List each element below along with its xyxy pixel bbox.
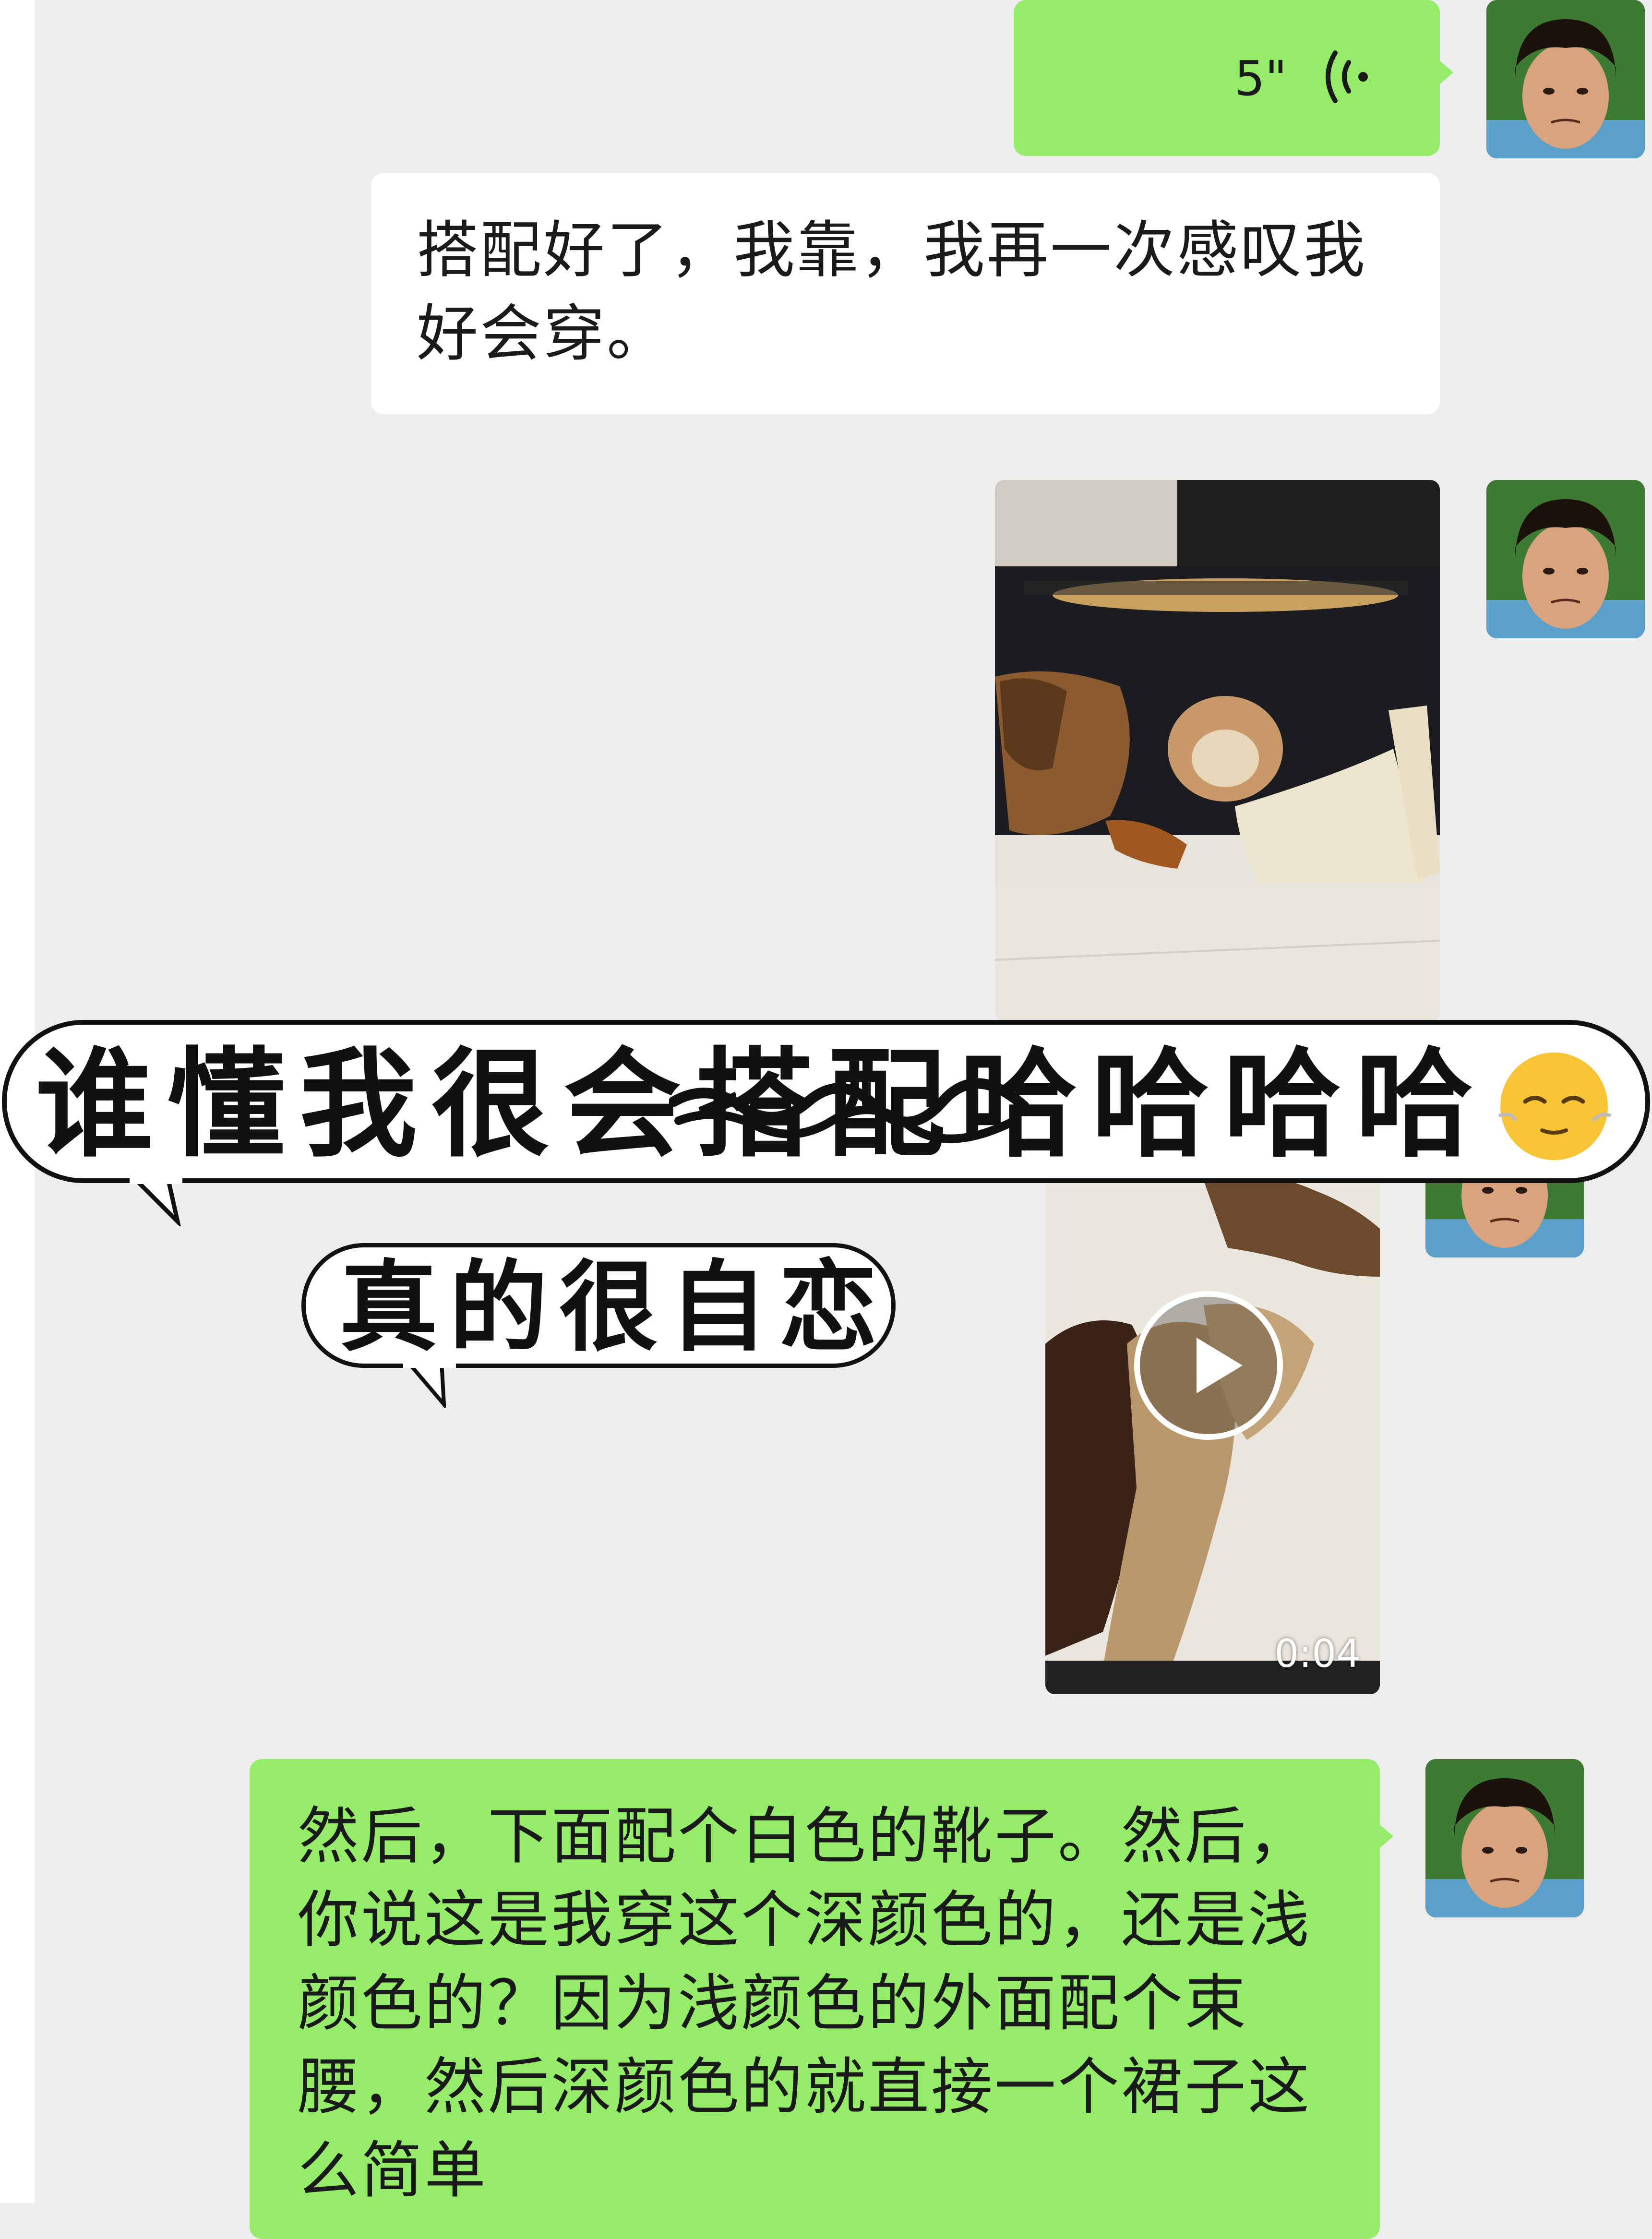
message-text: 搭配好了，我靠，我再一次感叹我好会穿。 — [417, 215, 1367, 370]
video-message[interactable]: 0:04 — [1045, 1152, 1380, 1694]
bubble-tail — [1439, 60, 1453, 85]
avatar[interactable] — [1486, 480, 1645, 638]
subcaption-speech-bubble: 真的很自恋 — [301, 1243, 896, 1368]
voice-wave-icon — [1326, 50, 1368, 103]
subcaption-bubble-tail — [403, 1362, 456, 1408]
caption-bubble-tail — [130, 1178, 182, 1226]
voice-message-bubble[interactable]: 5" — [1014, 0, 1440, 156]
video-duration: 0:04 — [1274, 1631, 1361, 1676]
text-message-bubble[interactable]: 然后，下面配个白色的靴子。然后，你说这是我穿这个深颜色的，还是浅颜色的？因为浅颜… — [250, 1759, 1380, 2239]
message-text: 然后，下面配个白色的靴子。然后，你说这是我穿这个深颜色的，还是浅颜色的？因为浅颜… — [298, 1801, 1312, 2206]
scribble-mark — [669, 1078, 1029, 1143]
voice-duration: 5" — [1234, 50, 1287, 107]
subcaption-text: 真的很自恋 — [339, 1251, 889, 1365]
avatar[interactable] — [1425, 1759, 1584, 1917]
avatar[interactable] — [1486, 0, 1645, 158]
bubble-tail — [1379, 1824, 1393, 1849]
relieved-face-emoji — [1498, 1053, 1612, 1160]
play-icon[interactable] — [1134, 1291, 1283, 1440]
caption-speech-bubble: 谁懂我很会搭配哈哈哈哈 — [2, 1020, 1650, 1183]
photo-message[interactable] — [995, 480, 1440, 1022]
text-message-bubble[interactable]: 搭配好了，我靠，我再一次感叹我好会穿。 — [371, 173, 1440, 414]
